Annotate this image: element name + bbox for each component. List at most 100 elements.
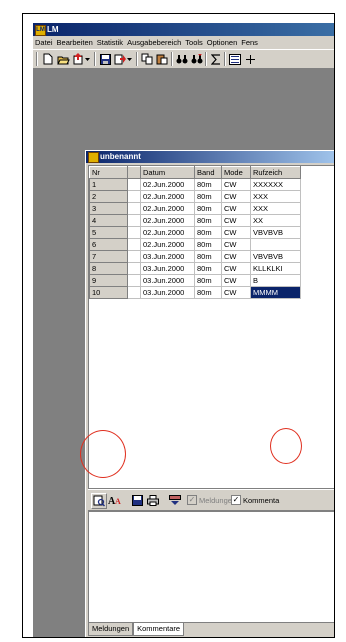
- save-icon[interactable]: [98, 53, 112, 65]
- import-dropdown-icon[interactable]: [84, 53, 90, 65]
- cell-flag[interactable]: [127, 214, 141, 227]
- list-icon[interactable]: [228, 53, 242, 65]
- cell-mode[interactable]: CW: [221, 202, 251, 215]
- cell-datum[interactable]: 02.Jun.2000: [140, 190, 195, 203]
- table-row[interactable]: 8 03.Jun.2000 80m CW KLLKLKI: [89, 262, 301, 275]
- column-header-mode[interactable]: Mode: [221, 166, 251, 179]
- cell-nr[interactable]: 1: [89, 178, 128, 191]
- menu-ausgabebereich[interactable]: Ausgabebereich: [125, 36, 183, 49]
- cell-mode[interactable]: CW: [221, 214, 251, 227]
- cell-flag[interactable]: [127, 178, 141, 191]
- cell-mode[interactable]: CW: [221, 226, 251, 239]
- cell-datum[interactable]: 03.Jun.2000: [140, 274, 195, 287]
- kommentare-checkbox-group[interactable]: ✓ Kommenta: [231, 495, 279, 505]
- menu-bearbeiten[interactable]: Bearbeiten: [55, 36, 95, 49]
- cell-nr[interactable]: 6: [89, 238, 128, 251]
- cell-rufzeichen[interactable]: VBVBVB: [250, 250, 301, 263]
- cell-rufzeichen[interactable]: XXX: [250, 190, 301, 203]
- table-row[interactable]: 3 02.Jun.2000 80m CW XXX: [89, 202, 301, 215]
- cell-nr[interactable]: 8: [89, 262, 128, 275]
- cell-nr[interactable]: 9: [89, 274, 128, 287]
- cell-flag[interactable]: [127, 226, 141, 239]
- table-row[interactable]: 9 03.Jun.2000 80m CW B: [89, 274, 301, 287]
- cell-band[interactable]: 80m: [194, 286, 222, 299]
- cell-mode[interactable]: CW: [221, 178, 251, 191]
- cell-mode[interactable]: CW: [221, 250, 251, 263]
- add-icon[interactable]: [243, 53, 257, 65]
- cell-band[interactable]: 80m: [194, 250, 222, 263]
- column-header-datum[interactable]: Datum: [140, 166, 195, 179]
- table-row[interactable]: 5 02.Jun.2000 80m CW VBVBVB: [89, 226, 301, 239]
- paste-icon[interactable]: [155, 53, 169, 65]
- tab-kommentare[interactable]: Kommentare: [133, 623, 185, 636]
- cell-datum[interactable]: 02.Jun.2000: [140, 238, 195, 251]
- column-header-rufzeichen[interactable]: Rufzeich: [250, 166, 301, 179]
- menu-statistik[interactable]: Statistik: [95, 36, 125, 49]
- column-header-nr[interactable]: Nr: [89, 166, 128, 179]
- title-bar[interactable]: LM LM: [33, 23, 334, 36]
- cell-band[interactable]: 80m: [194, 202, 222, 215]
- cell-nr[interactable]: 7: [89, 250, 128, 263]
- cell-flag[interactable]: [127, 202, 141, 215]
- table-row[interactable]: 4 02.Jun.2000 80m CW XX: [89, 214, 301, 227]
- cell-flag[interactable]: [127, 190, 141, 203]
- cell-datum[interactable]: 02.Jun.2000: [140, 178, 195, 191]
- open-folder-icon[interactable]: [56, 53, 70, 65]
- menu-datei[interactable]: Datei: [33, 36, 55, 49]
- cell-nr[interactable]: 4: [89, 214, 128, 227]
- table-row[interactable]: 7 03.Jun.2000 80m CW VBVBVB: [89, 250, 301, 263]
- cell-datum[interactable]: 03.Jun.2000: [140, 262, 195, 275]
- kommentare-checkbox-label[interactable]: Kommenta: [243, 496, 279, 505]
- cell-rufzeichen[interactable]: MMMM: [250, 286, 301, 299]
- font-icon[interactable]: AA: [108, 493, 122, 507]
- save-comment-icon[interactable]: [130, 493, 144, 507]
- import-icon[interactable]: [71, 53, 85, 65]
- cell-rufzeichen[interactable]: XX: [250, 214, 301, 227]
- export-dropdown-icon[interactable]: [126, 53, 132, 65]
- cell-nr[interactable]: 5: [89, 226, 128, 239]
- menu-fenster[interactable]: Fens: [239, 36, 260, 49]
- cell-datum[interactable]: 03.Jun.2000: [140, 286, 195, 299]
- cell-band[interactable]: 80m: [194, 190, 222, 203]
- menu-tools[interactable]: Tools: [183, 36, 205, 49]
- cell-mode[interactable]: CW: [221, 238, 251, 251]
- cell-datum[interactable]: 02.Jun.2000: [140, 226, 195, 239]
- copy-icon[interactable]: [140, 53, 154, 65]
- cell-rufzeichen[interactable]: KLLKLKI: [250, 262, 301, 275]
- find-icon[interactable]: [175, 53, 189, 65]
- cell-band[interactable]: 80m: [194, 226, 222, 239]
- table-row[interactable]: 6 02.Jun.2000 80m CW: [89, 238, 301, 251]
- cell-datum[interactable]: 02.Jun.2000: [140, 214, 195, 227]
- cell-rufzeichen[interactable]: VBVBVB: [250, 226, 301, 239]
- cell-band[interactable]: 80m: [194, 238, 222, 251]
- cell-rufzeichen[interactable]: XXX: [250, 202, 301, 215]
- cell-mode[interactable]: CW: [221, 262, 251, 275]
- column-header-band[interactable]: Band: [194, 166, 222, 179]
- cell-flag[interactable]: [127, 274, 141, 287]
- cell-band[interactable]: 80m: [194, 178, 222, 191]
- cell-nr[interactable]: 10: [89, 286, 128, 299]
- cell-band[interactable]: 80m: [194, 274, 222, 287]
- cell-band[interactable]: 80m: [194, 262, 222, 275]
- cell-band[interactable]: 80m: [194, 214, 222, 227]
- kommentare-checkbox[interactable]: ✓: [231, 495, 241, 505]
- cell-datum[interactable]: 02.Jun.2000: [140, 202, 195, 215]
- cell-rufzeichen[interactable]: B: [250, 274, 301, 287]
- menu-optionen[interactable]: Optionen: [205, 36, 239, 49]
- table-row[interactable]: 2 02.Jun.2000 80m CW XXX: [89, 190, 301, 203]
- table-row[interactable]: 10 03.Jun.2000 80m CW MMMM: [89, 286, 301, 299]
- export-icon[interactable]: [113, 53, 127, 65]
- log-grid[interactable]: Nr Datum Band Mode Rufzeich 1 02.Jun.2000…: [88, 165, 334, 489]
- cell-mode[interactable]: CW: [221, 286, 251, 299]
- cell-mode[interactable]: CW: [221, 190, 251, 203]
- cell-flag[interactable]: [127, 286, 141, 299]
- cell-flag[interactable]: [127, 238, 141, 251]
- new-document-icon[interactable]: [41, 53, 55, 65]
- cell-nr[interactable]: 2: [89, 190, 128, 203]
- print-icon[interactable]: [146, 493, 160, 507]
- cell-flag[interactable]: [127, 262, 141, 275]
- sum-icon[interactable]: [209, 53, 223, 65]
- column-header-blank[interactable]: [127, 166, 141, 179]
- log-window-title-bar[interactable]: unbenannt: [86, 151, 334, 163]
- cell-rufzeichen[interactable]: XXXXXX: [250, 178, 301, 191]
